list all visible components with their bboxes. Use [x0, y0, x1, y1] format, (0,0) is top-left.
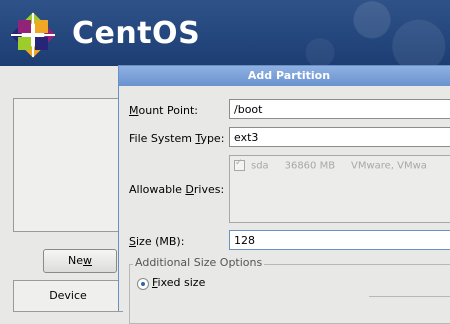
drive-size: 36860 MB: [284, 160, 336, 172]
installer-banner: CentOS: [0, 0, 450, 66]
divider: [369, 296, 450, 297]
fs-type-label: File System Type:: [129, 132, 225, 145]
device-column-header[interactable]: Device: [13, 280, 123, 312]
fixed-size-label[interactable]: Fixed size: [152, 276, 205, 289]
fixed-size-radio[interactable]: [137, 278, 149, 290]
allowable-drives-list[interactable]: sda 36860 MB VMware, VMwa: [229, 155, 450, 223]
drive-checkbox[interactable]: [234, 158, 245, 171]
mount-point-label: Mount Point:: [129, 104, 199, 117]
drive-row-sda[interactable]: sda 36860 MB VMware, VMwa: [234, 158, 427, 172]
drive-model: VMware, VMwa: [350, 160, 427, 172]
additional-size-options-title: Additional Size Options: [133, 256, 265, 269]
additional-size-options-frame: [129, 264, 450, 324]
size-spinner[interactable]: 128: [229, 230, 450, 250]
add-partition-dialog: Add Partition Mount Point: /boot File Sy…: [118, 65, 450, 324]
mount-point-combo[interactable]: /boot: [229, 99, 450, 119]
drive-name: sda: [251, 160, 269, 172]
device-column-label: Device: [49, 289, 87, 302]
banner-decoration: [190, 0, 450, 66]
partition-graph-area: [13, 98, 123, 232]
dialog-title: Add Partition: [119, 66, 450, 86]
size-label: Size (MB):: [129, 235, 185, 248]
brand-name: CentOS: [72, 16, 201, 51]
new-partition-button[interactable]: New: [43, 249, 117, 273]
fs-type-select[interactable]: ext3: [229, 127, 450, 147]
allowable-drives-label: Allowable Drives:: [129, 183, 225, 196]
centos-logo-icon: [10, 12, 56, 58]
